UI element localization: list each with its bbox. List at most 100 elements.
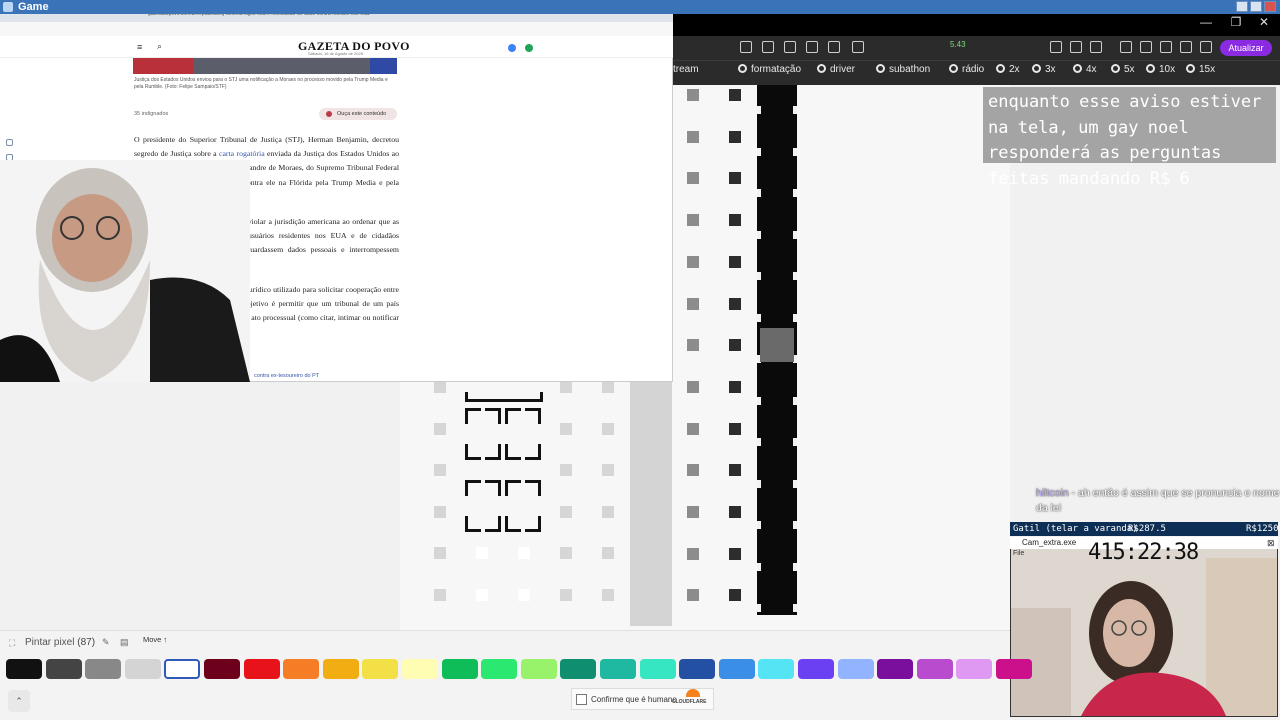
color-swatch[interactable] (798, 659, 834, 679)
bookmark-item[interactable]: 15x (1186, 64, 1215, 75)
canvas-pixel[interactable] (434, 464, 446, 476)
canvas-pixel[interactable] (729, 89, 741, 101)
toolbar-extension-icon[interactable] (1070, 41, 1082, 53)
toolbar-extension-icon[interactable] (1160, 41, 1172, 53)
toolbar-extension-icon[interactable] (762, 41, 774, 53)
bookmark-item[interactable]: 3x (1032, 64, 1056, 75)
color-swatch[interactable] (600, 659, 636, 679)
color-swatch[interactable] (85, 659, 121, 679)
canvas-pixel[interactable] (729, 589, 741, 601)
toolbar-extension-icon[interactable] (740, 41, 752, 53)
canvas-pixel[interactable] (434, 506, 446, 518)
canvas-pixel[interactable] (434, 547, 446, 559)
color-swatch[interactable] (758, 659, 794, 679)
captcha-checkbox[interactable] (576, 694, 587, 705)
bookmark-item[interactable]: 5x (1111, 64, 1135, 75)
pencil-icon[interactable]: ✎ (102, 637, 110, 648)
canvas-pixel[interactable] (729, 339, 741, 351)
canvas-pixel[interactable] (687, 298, 699, 310)
color-swatch[interactable] (877, 659, 913, 679)
canvas-pixel[interactable] (560, 506, 572, 518)
toolbar-extension-icon[interactable] (784, 41, 796, 53)
canvas-pixel[interactable] (729, 172, 741, 184)
color-swatch[interactable] (838, 659, 874, 679)
collapse-icon[interactable]: ⌃ (8, 690, 30, 712)
color-swatch[interactable] (362, 659, 398, 679)
sidebar-share-icon[interactable] (6, 139, 13, 146)
canvas-pixel[interactable] (729, 256, 741, 268)
bookmark-item[interactable]: driver (817, 64, 855, 75)
color-swatch[interactable] (719, 659, 755, 679)
bookmark-item[interactable]: 2x (996, 64, 1020, 75)
toolbar-extension-icon[interactable] (1120, 41, 1132, 53)
bookmark-item[interactable]: 4x (1073, 64, 1097, 75)
color-swatch[interactable] (283, 659, 319, 679)
canvas-pixel[interactable] (687, 214, 699, 226)
captcha-widget[interactable]: Confirme que é humano CLOUDFLARE (571, 688, 714, 710)
expand-icon[interactable]: ⛶ (9, 638, 15, 649)
toolbar-extension-icon[interactable] (1180, 41, 1192, 53)
color-swatch[interactable] (244, 659, 280, 679)
canvas-pixel[interactable] (729, 423, 741, 435)
color-swatch[interactable] (481, 659, 517, 679)
toolbar-extension-icon[interactable] (1090, 41, 1102, 53)
canvas-pixel[interactable] (476, 547, 488, 559)
bookmark-item[interactable]: tream (673, 64, 699, 75)
canvas-pixel[interactable] (729, 506, 741, 518)
user-avatar-icon[interactable] (525, 44, 533, 52)
canvas-pixel[interactable] (687, 256, 699, 268)
canvas-pixel[interactable] (476, 589, 488, 601)
canvas-pixel[interactable] (687, 464, 699, 476)
canvas-pixel[interactable] (687, 172, 699, 184)
canvas-pixel[interactable] (518, 589, 530, 601)
toolbar-extension-icon[interactable] (1140, 41, 1152, 53)
color-swatch[interactable] (204, 659, 240, 679)
bookmark-item[interactable]: rádio (949, 64, 984, 75)
canvas-pixel[interactable] (687, 339, 699, 351)
color-swatch[interactable] (164, 659, 200, 679)
minimize-icon[interactable]: — (1196, 15, 1216, 31)
canvas-pixel[interactable] (687, 548, 699, 560)
canvas-pixel[interactable] (434, 381, 446, 393)
canvas-pixel[interactable] (687, 423, 699, 435)
canvas-pixel[interactable] (560, 547, 572, 559)
canvas-pixel[interactable] (729, 548, 741, 560)
canvas-pixel[interactable] (729, 214, 741, 226)
canvas-pixel[interactable] (729, 298, 741, 310)
canvas-pixel[interactable] (729, 131, 741, 143)
color-swatch[interactable] (125, 659, 161, 679)
canvas-pixel[interactable] (602, 464, 614, 476)
canvas-pixel[interactable] (687, 506, 699, 518)
canvas-pixel[interactable] (560, 423, 572, 435)
canvas-pixel[interactable] (560, 589, 572, 601)
bookmark-item[interactable]: formatação (738, 64, 801, 75)
bookmark-item[interactable]: subathon (876, 64, 930, 75)
toolbar-extension-icon[interactable] (852, 41, 864, 53)
canvas-pixel[interactable] (518, 547, 530, 559)
color-swatch[interactable] (996, 659, 1032, 679)
color-swatch[interactable] (640, 659, 676, 679)
toolbar-extension-icon[interactable] (1050, 41, 1062, 53)
canvas-pixel[interactable] (602, 506, 614, 518)
canvas-pixel[interactable] (687, 381, 699, 393)
color-swatch[interactable] (956, 659, 992, 679)
canvas-pixel[interactable] (602, 381, 614, 393)
color-swatch[interactable] (46, 659, 82, 679)
color-swatch[interactable] (917, 659, 953, 679)
webcam-menu[interactable]: File (1013, 550, 1024, 557)
related-article-link[interactable]: contra ex-tesoureiro do PT (254, 373, 319, 379)
canvas-pixel[interactable] (602, 589, 614, 601)
canvas-pixel[interactable] (687, 89, 699, 101)
canvas-pixel[interactable] (434, 589, 446, 601)
color-swatch[interactable] (402, 659, 438, 679)
notification-icon[interactable] (508, 44, 516, 52)
canvas-pixel[interactable] (729, 464, 741, 476)
color-swatch[interactable] (323, 659, 359, 679)
color-swatch[interactable] (442, 659, 478, 679)
color-swatch[interactable] (6, 659, 42, 679)
update-button[interactable]: Atualizar (1220, 40, 1272, 56)
os-minimize-icon[interactable] (1236, 1, 1248, 12)
bookmark-item[interactable]: 10x (1146, 64, 1175, 75)
browser-url-bar[interactable] (0, 22, 673, 36)
canvas-pixel[interactable] (602, 547, 614, 559)
